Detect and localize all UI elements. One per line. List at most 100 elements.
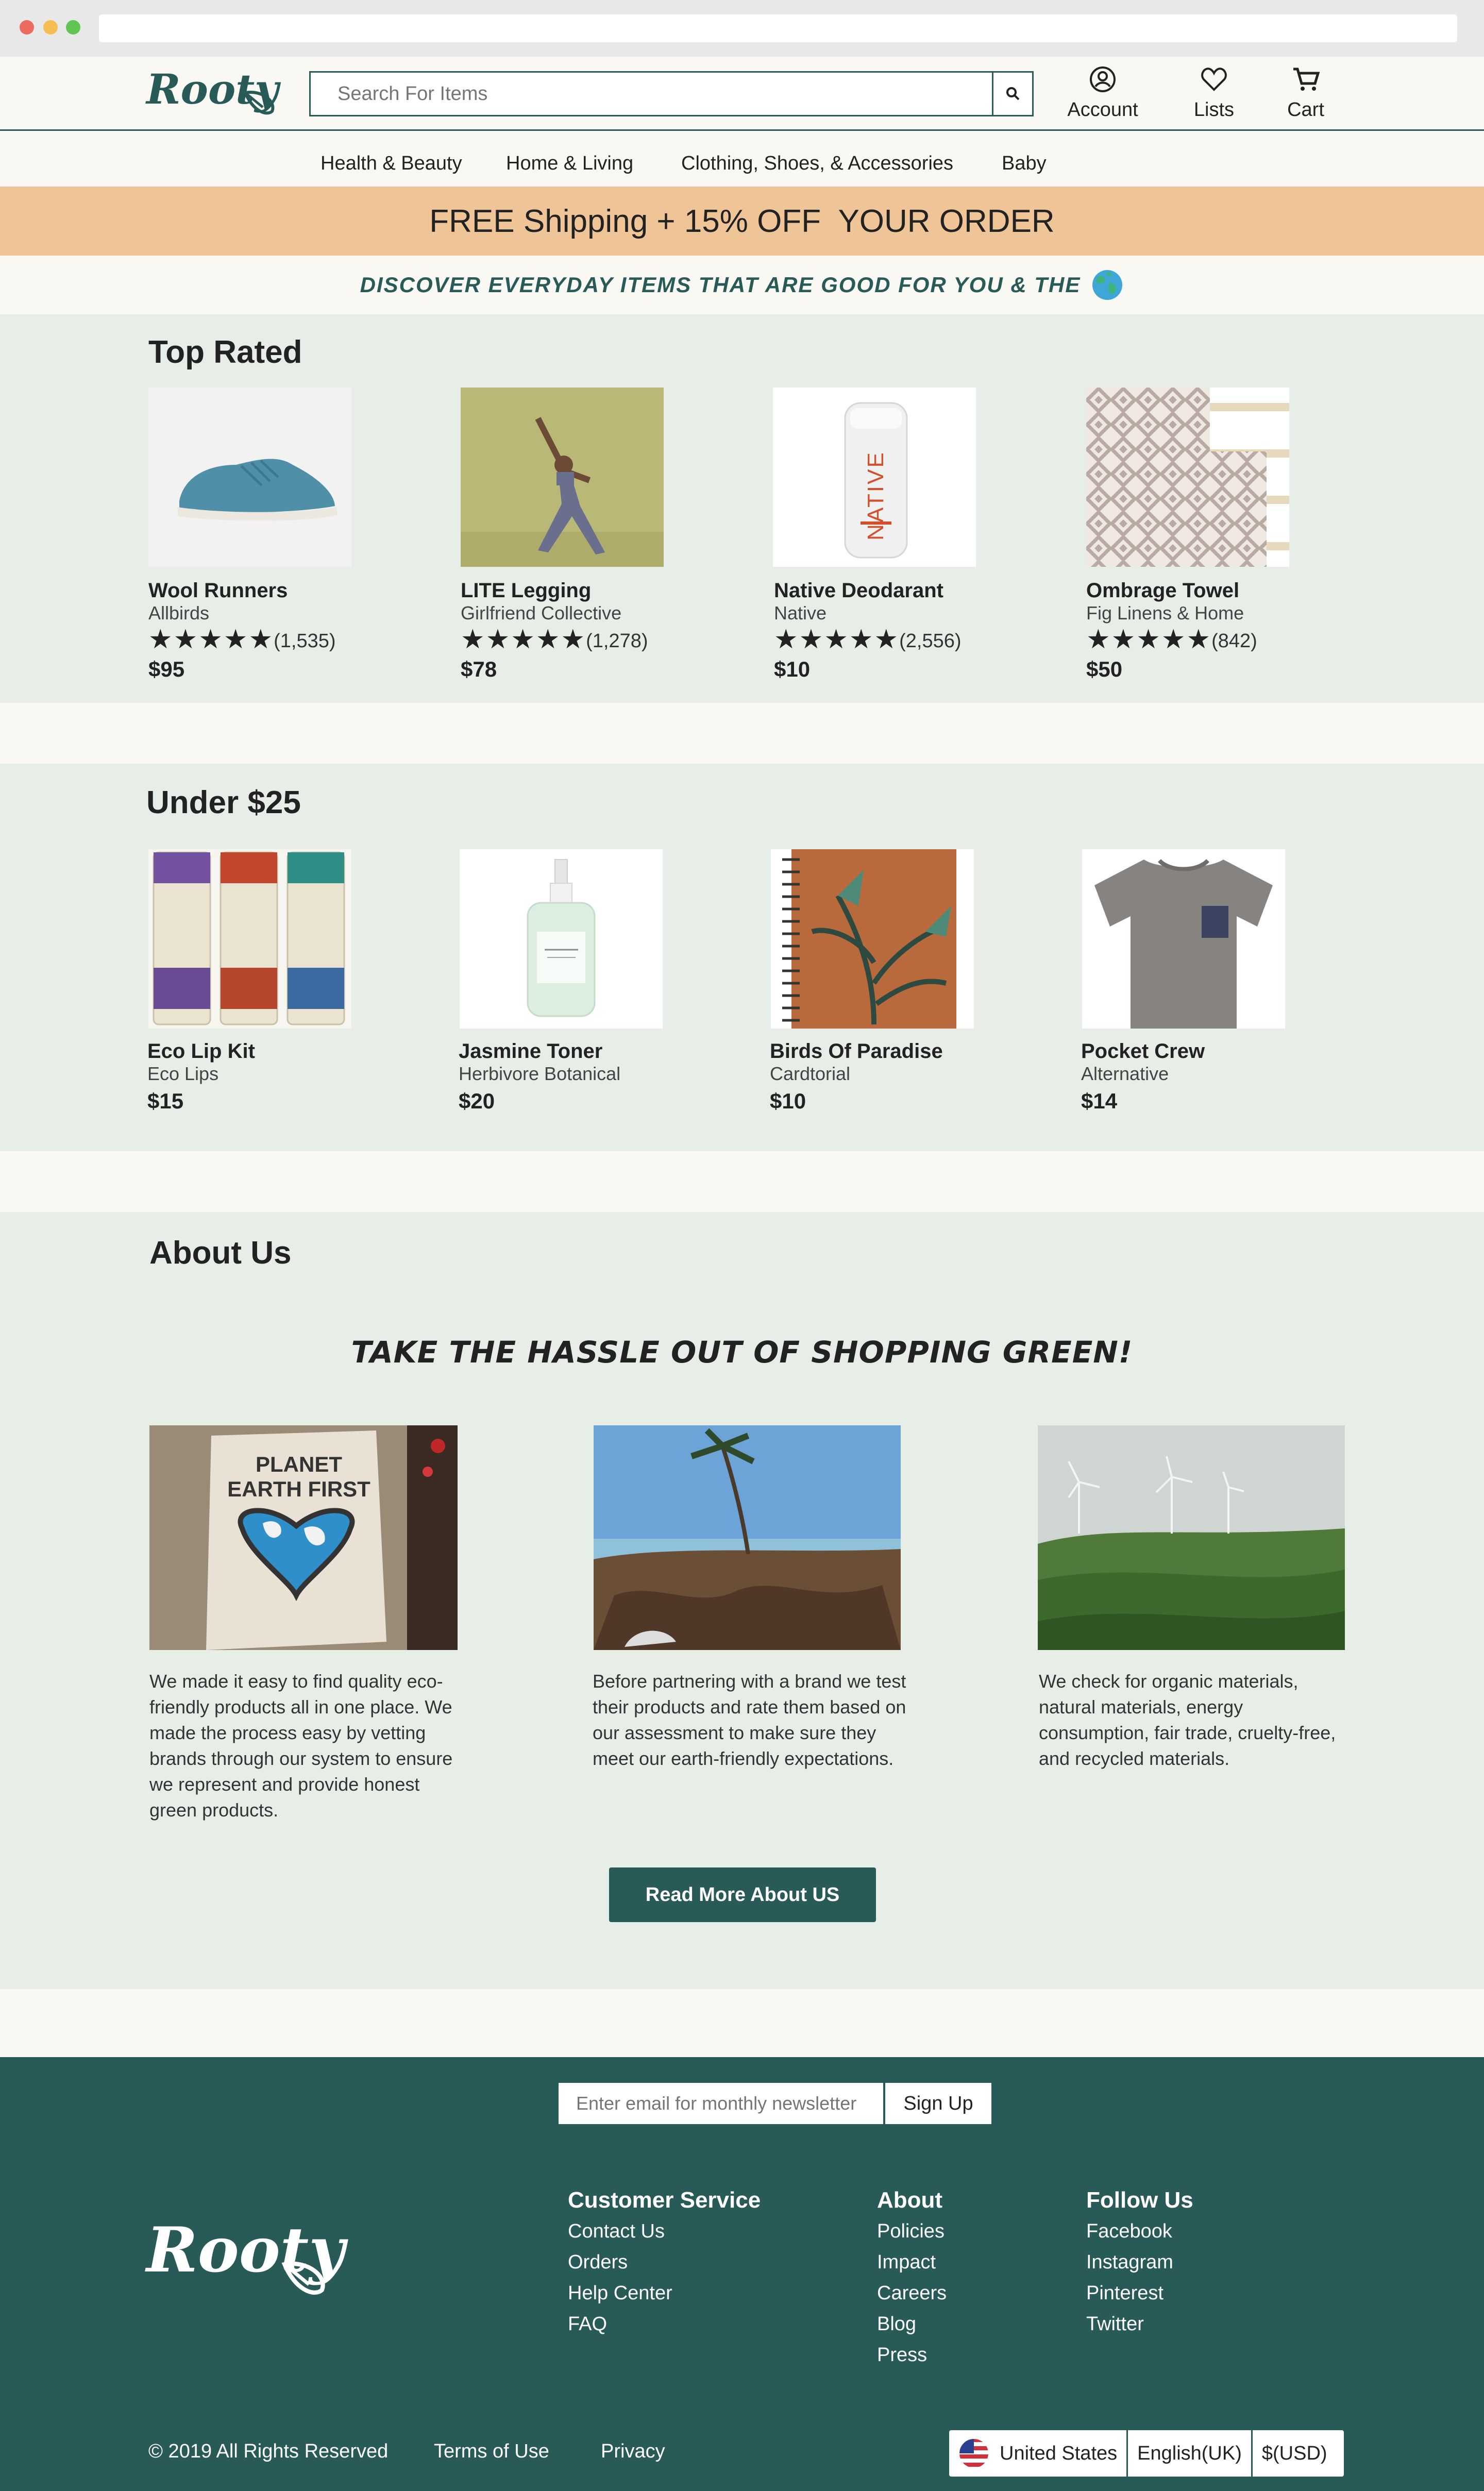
- footer-col-follow: Follow Us Facebook Instagram Pinterest T…: [1086, 2185, 1193, 2339]
- footer-link-facebook[interactable]: Facebook: [1086, 2216, 1193, 2247]
- about-image-wind-farm: [1038, 1425, 1345, 1650]
- legging-image: [461, 417, 664, 567]
- product-name: Jasmine Toner: [459, 1040, 603, 1063]
- logo[interactable]: Rooty: [146, 62, 280, 124]
- search-button[interactable]: [992, 73, 1032, 115]
- us-flag-icon: [959, 2439, 988, 2468]
- footer-link-careers[interactable]: Careers: [877, 2278, 947, 2309]
- maximize-window-button[interactable]: [66, 20, 80, 35]
- promo-banner[interactable]: FREE Shipping + 15% OFF YOUR ORDER: [0, 187, 1484, 256]
- signup-button[interactable]: Sign Up: [885, 2083, 991, 2124]
- product-image-pocket-crew[interactable]: [1082, 849, 1285, 1029]
- about-image-beach: [594, 1425, 901, 1650]
- about-text-1: We made it easy to find quality eco-frie…: [149, 1671, 453, 1821]
- about-title: About Us: [149, 1235, 292, 1271]
- newsletter-email-input[interactable]: [559, 2083, 883, 2124]
- review-count: (1,535): [274, 630, 336, 652]
- about-image-planet-poster: PLANET EARTH FIRST: [149, 1425, 458, 1650]
- lists-link[interactable]: Lists: [1178, 65, 1250, 121]
- search-input[interactable]: [311, 73, 993, 115]
- close-window-button[interactable]: [20, 20, 34, 35]
- product-price: $78: [461, 657, 497, 681]
- product-card[interactable]: LITE Legging Girlfriend Collective ★★★★★…: [461, 579, 648, 682]
- review-count: (1,278): [586, 630, 648, 652]
- nav-item-clothing[interactable]: Clothing, Shoes, & Accessories: [681, 153, 953, 175]
- currency-selector[interactable]: $(USD): [1253, 2430, 1337, 2477]
- footer-link-policies[interactable]: Policies: [877, 2216, 947, 2247]
- product-name: Wool Runners: [148, 579, 288, 602]
- star-rating-icon: ★★★★★: [1086, 625, 1212, 654]
- review-count: (2,556): [899, 630, 962, 652]
- product-name: Eco Lip Kit: [147, 1040, 255, 1063]
- product-image-wool-runners[interactable]: [148, 388, 351, 567]
- notebook-image: [782, 849, 956, 1029]
- review-count: (842): [1211, 630, 1257, 652]
- product-image-birds-of-paradise[interactable]: [771, 849, 974, 1029]
- product-card[interactable]: Jasmine Toner Herbivore Botanical $20: [459, 1040, 620, 1114]
- privacy-link[interactable]: Privacy: [601, 2440, 665, 2463]
- under-25-title: Under $25: [146, 785, 301, 820]
- deodorant-image: NATIVE: [844, 402, 908, 559]
- product-brand: Girlfriend Collective: [461, 602, 622, 624]
- product-brand: Eco Lips: [147, 1063, 219, 1084]
- cart-icon: [1293, 68, 1320, 91]
- product-image-eco-lip-kit[interactable]: [148, 849, 351, 1029]
- product-name: LITE Legging: [461, 579, 592, 602]
- cart-label: Cart: [1287, 99, 1324, 121]
- footer-link-instagram[interactable]: Instagram: [1086, 2247, 1193, 2278]
- product-image-native-deodorant[interactable]: NATIVE: [773, 388, 976, 567]
- country-label: United States: [1000, 2442, 1118, 2464]
- terms-link[interactable]: Terms of Use: [434, 2440, 549, 2463]
- locale-selector: United States English(UK) $(USD): [949, 2430, 1344, 2477]
- cart-link[interactable]: Cart: [1271, 65, 1341, 121]
- footer-link-blog[interactable]: Blog: [877, 2309, 947, 2339]
- account-link[interactable]: Account: [1061, 65, 1144, 121]
- leaf-icon: [243, 91, 275, 115]
- footer-link-contact-us[interactable]: Contact Us: [568, 2216, 761, 2247]
- product-price: $14: [1081, 1089, 1118, 1113]
- product-brand: Fig Linens & Home: [1086, 602, 1244, 624]
- product-price: $95: [148, 657, 185, 681]
- product-price: $20: [459, 1089, 495, 1113]
- footer-link-press[interactable]: Press: [877, 2339, 947, 2370]
- address-bar[interactable]: [99, 14, 1457, 42]
- search-icon: [1006, 87, 1019, 100]
- star-rating-icon: ★★★★★: [461, 625, 586, 654]
- footer-link-impact[interactable]: Impact: [877, 2247, 947, 2278]
- product-brand: Native: [774, 602, 827, 624]
- product-card[interactable]: Native Deodarant Native ★★★★★(2,556) $10: [774, 579, 962, 682]
- footer-col-customer-service: Customer Service Contact Us Orders Help …: [568, 2185, 761, 2339]
- minimize-window-button[interactable]: [43, 20, 58, 35]
- poster-line-2: EARTH FIRST: [227, 1477, 370, 1501]
- read-more-button[interactable]: Read More About US: [609, 1867, 876, 1922]
- product-brand: Cardtorial: [770, 1063, 851, 1084]
- footer-logo[interactable]: Rooty: [146, 2214, 352, 2317]
- footer-link-orders[interactable]: Orders: [568, 2247, 761, 2278]
- product-brand: Herbivore Botanical: [459, 1063, 621, 1084]
- nav-item-home-living[interactable]: Home & Living: [506, 153, 633, 175]
- product-card[interactable]: Ombrage Towel Fig Linens & Home ★★★★★(84…: [1086, 579, 1257, 682]
- language-selector[interactable]: English(UK): [1128, 2430, 1253, 2477]
- footer-col-about: About Policies Impact Careers Blog Press: [877, 2185, 947, 2370]
- about-text-2: Before partnering with a brand we test t…: [593, 1671, 906, 1769]
- product-image-ombrage-towel[interactable]: [1086, 388, 1289, 567]
- nav-item-health-beauty[interactable]: Health & Beauty: [321, 153, 462, 175]
- product-image-lite-legging[interactable]: [461, 388, 664, 567]
- product-card[interactable]: Birds Of Paradise Cardtorial $10: [770, 1040, 943, 1114]
- country-selector[interactable]: United States: [949, 2430, 1128, 2477]
- footer-heading: About: [877, 2187, 943, 2213]
- top-rated-title: Top Rated: [148, 334, 302, 370]
- footer-link-help-center[interactable]: Help Center: [568, 2278, 761, 2309]
- shoe-image: [177, 459, 337, 521]
- nav-item-baby[interactable]: Baby: [1002, 153, 1047, 175]
- footer-link-pinterest[interactable]: Pinterest: [1086, 2278, 1193, 2309]
- product-card[interactable]: Eco Lip Kit Eco Lips $15: [147, 1040, 255, 1114]
- product-rating: ★★★★★(2,556): [774, 624, 962, 655]
- product-card[interactable]: Pocket Crew Alternative $14: [1081, 1040, 1205, 1114]
- footer-link-twitter[interactable]: Twitter: [1086, 2309, 1193, 2339]
- product-card[interactable]: Wool Runners Allbirds ★★★★★(1,535) $95: [148, 579, 336, 682]
- footer-link-faq[interactable]: FAQ: [568, 2309, 761, 2339]
- heart-icon: [1201, 68, 1227, 91]
- about-tagline: TAKE THE HASSLE OUT OF SHOPPING GREEN!: [351, 1335, 1133, 1370]
- product-image-jasmine-toner[interactable]: [460, 849, 663, 1029]
